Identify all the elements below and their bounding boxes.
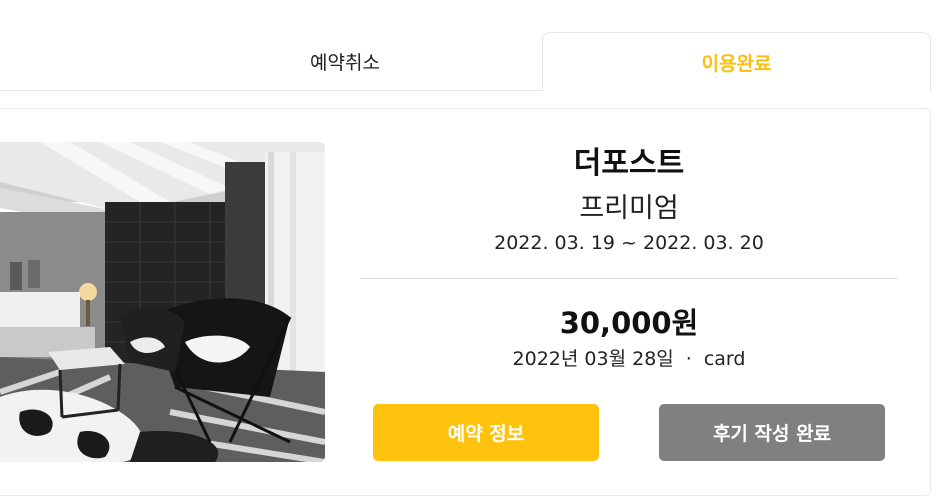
tab-bar: 예약취소 이용완료 [0, 0, 948, 92]
room-type: 프리미엄 [579, 193, 679, 224]
tab-completed-label: 이용완료 [701, 52, 772, 75]
separator-dot: · [685, 348, 692, 370]
price: 30,000원 [559, 306, 699, 340]
hotel-name: 더포스트 [573, 146, 685, 181]
tab-cancelled[interactable]: 예약취소 [0, 32, 542, 90]
tab-cancelled-label: 예약취소 [310, 51, 380, 74]
room-photo [0, 142, 325, 462]
reservation-info-button[interactable]: 예약 정보 [373, 404, 599, 461]
tab-completed[interactable]: 이용완료 [542, 32, 931, 91]
review-completed-button[interactable]: 후기 작성 완료 [659, 404, 885, 461]
review-completed-label: 후기 작성 완료 [712, 423, 832, 445]
tab-divider [0, 90, 542, 91]
room-image [0, 142, 325, 462]
info-divider [360, 278, 898, 279]
payment-method: card [703, 348, 746, 370]
stay-dates: 2022. 03. 19 ~ 2022. 03. 20 [494, 232, 764, 254]
payment-date: 2022년 03월 28일 [512, 348, 674, 370]
reservation-info-label: 예약 정보 [447, 423, 525, 445]
payment-info: 2022년 03월 28일 · card [360, 344, 898, 371]
